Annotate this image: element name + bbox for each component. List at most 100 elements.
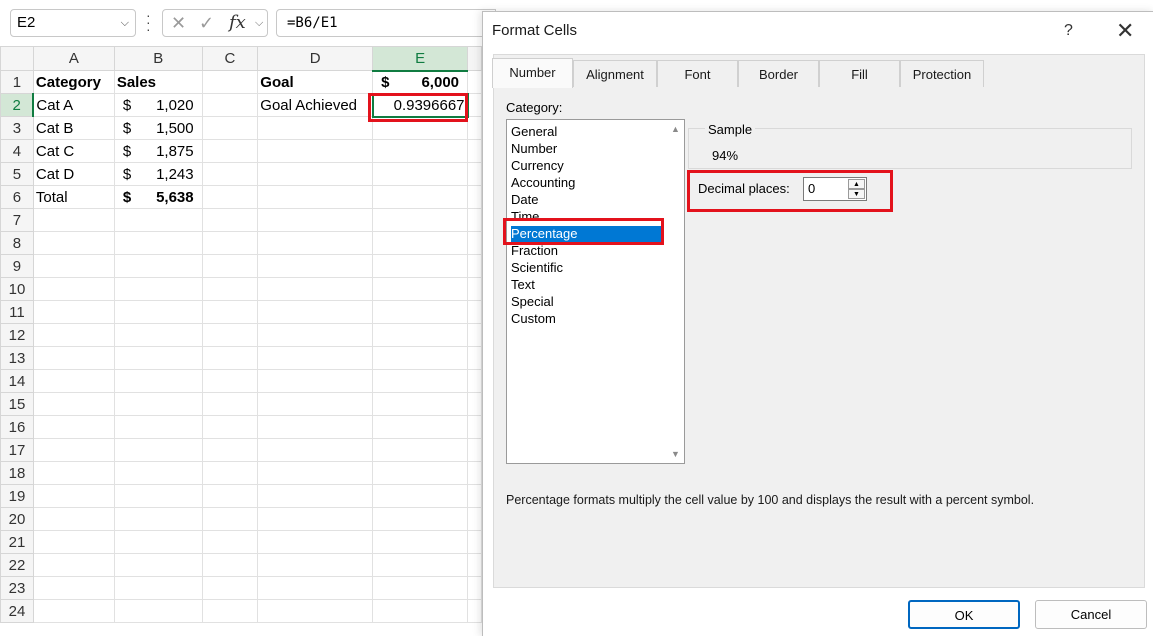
tab-border[interactable]: Border [738,60,819,87]
cell[interactable] [372,438,469,462]
cell[interactable] [32,323,115,347]
row-header-3[interactable]: 3 [0,116,34,140]
tab-alignment[interactable]: Alignment [573,60,657,87]
row-header[interactable]: 7 [0,208,34,232]
cell-e6[interactable] [372,185,469,209]
close-icon[interactable]: ✕ [1116,18,1134,44]
category-scrollbar[interactable]: ▲ ▼ [667,120,684,463]
cell[interactable] [467,208,482,232]
cell[interactable] [113,484,203,508]
cell[interactable] [372,392,469,416]
cell[interactable] [201,599,259,623]
cell-f5[interactable] [467,162,482,186]
cell[interactable] [257,507,374,531]
tab-number[interactable]: Number [492,58,573,88]
cell[interactable] [372,484,469,508]
cell-f6[interactable] [467,185,482,209]
cell-b6[interactable]: $5,638 [113,185,203,209]
cell-a3[interactable]: Cat B [32,116,115,140]
row-header[interactable]: 17 [0,438,34,462]
cell[interactable] [257,254,374,278]
cell-a5[interactable]: Cat D [32,162,115,186]
cell[interactable] [201,438,259,462]
cancel-entry-icon[interactable]: ✕ [171,10,186,36]
cell[interactable] [372,254,469,278]
cell[interactable] [32,254,115,278]
help-icon[interactable]: ? [1064,22,1073,40]
list-item[interactable]: Text [511,277,661,294]
cell[interactable] [32,553,115,577]
cell[interactable] [201,461,259,485]
cell[interactable] [201,530,259,554]
row-header[interactable]: 24 [0,599,34,623]
cell-a1[interactable]: Category [32,70,115,94]
cell-d3[interactable] [257,116,374,140]
cell[interactable] [257,346,374,370]
cell[interactable] [113,415,203,439]
cell-a4[interactable]: Cat C [32,139,115,163]
more-options-icon[interactable]: · · · [146,8,152,36]
cell-d2[interactable]: Goal Achieved [257,93,374,117]
scroll-down-icon[interactable]: ▼ [671,449,680,459]
cell[interactable] [257,231,374,255]
list-item[interactable]: Fraction [511,243,661,260]
cell-f4[interactable] [467,139,482,163]
row-header[interactable]: 21 [0,530,34,554]
cell[interactable] [113,461,203,485]
cell[interactable] [113,507,203,531]
cell[interactable] [257,323,374,347]
cell[interactable] [467,300,482,324]
cell[interactable] [257,208,374,232]
chevron-down-icon[interactable]: ⌵ [255,10,263,36]
cell[interactable] [32,392,115,416]
cell-e1[interactable]: $6,000 [372,70,469,94]
cell[interactable] [113,346,203,370]
cell[interactable] [257,438,374,462]
cell[interactable] [113,254,203,278]
cell-c3[interactable] [201,116,259,140]
cell[interactable] [32,530,115,554]
cell[interactable] [467,438,482,462]
cell[interactable] [201,323,259,347]
cell[interactable] [201,277,259,301]
cell[interactable] [257,392,374,416]
cell[interactable] [32,369,115,393]
cell[interactable] [372,415,469,439]
row-header-5[interactable]: 5 [0,162,34,186]
cell[interactable] [257,461,374,485]
cell[interactable] [32,277,115,301]
cell[interactable] [372,369,469,393]
cell[interactable] [113,599,203,623]
cancel-button[interactable]: Cancel [1035,600,1147,629]
cell-c1[interactable] [201,70,259,94]
cell[interactable] [467,507,482,531]
cell[interactable] [257,599,374,623]
column-header-c[interactable]: C [201,46,259,71]
list-item[interactable]: Number [511,141,661,158]
cell[interactable] [32,231,115,255]
cell[interactable] [467,323,482,347]
cell[interactable] [467,484,482,508]
cell[interactable] [201,392,259,416]
cell[interactable] [32,346,115,370]
cell[interactable] [467,392,482,416]
cell[interactable] [372,576,469,600]
cell-d4[interactable] [257,139,374,163]
cell-e5[interactable] [372,162,469,186]
row-header[interactable]: 14 [0,369,34,393]
name-box[interactable]: E2 ⌵ [10,9,136,37]
cell[interactable] [372,507,469,531]
scroll-up-icon[interactable]: ▲ [671,124,680,134]
cell[interactable] [372,208,469,232]
chevron-down-icon[interactable]: ⌵ [121,10,129,36]
cell-b5[interactable]: $1,243 [113,162,203,186]
cell[interactable] [372,323,469,347]
cell[interactable] [113,300,203,324]
cell[interactable] [372,231,469,255]
category-list[interactable]: General Number Currency Accounting Date … [506,119,685,464]
row-header[interactable]: 9 [0,254,34,278]
ok-button[interactable]: OK [908,600,1020,629]
cell[interactable] [467,369,482,393]
cell-c4[interactable] [201,139,259,163]
cell[interactable] [201,254,259,278]
